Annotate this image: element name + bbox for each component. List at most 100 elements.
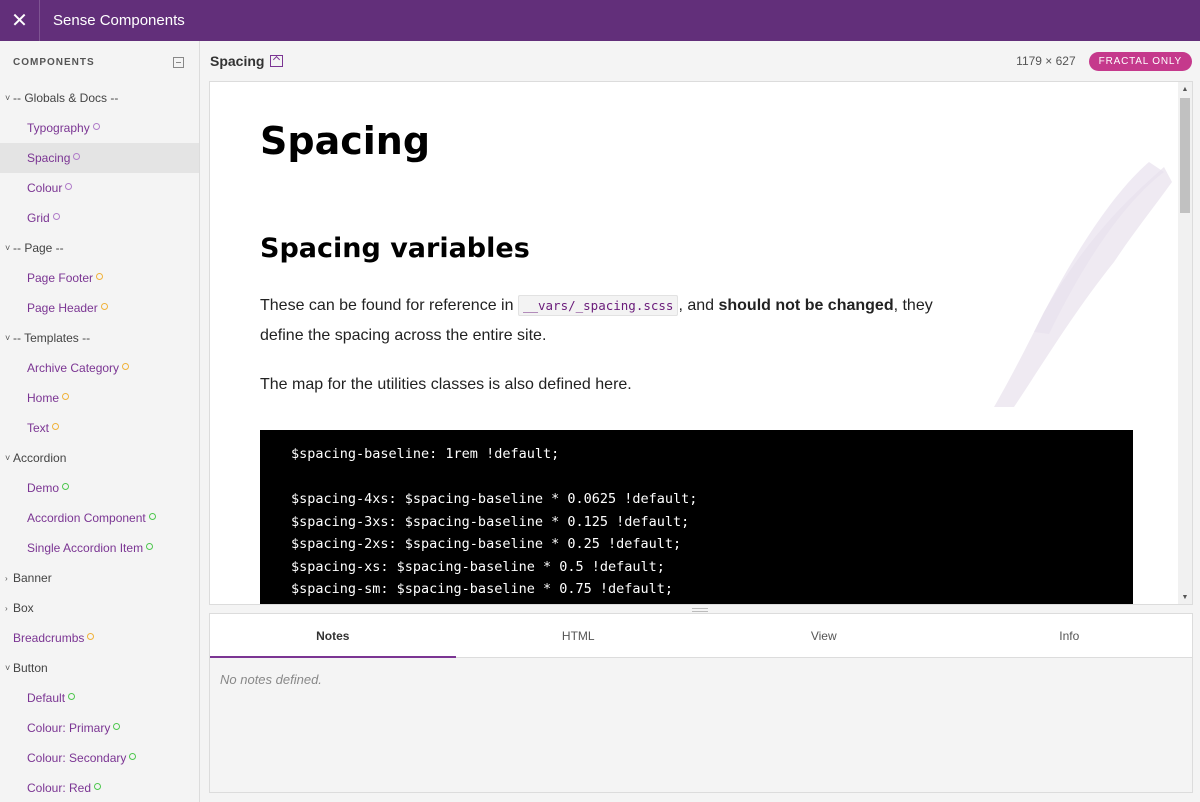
notes-empty-text: No notes defined. xyxy=(220,672,322,687)
status-indicator-icon xyxy=(148,512,156,520)
sidebar-item-label: Breadcrumbs xyxy=(13,631,85,645)
sidebar-item-label: Text xyxy=(27,421,50,435)
chevron-down-icon[interactable]: ˅ xyxy=(5,333,13,343)
sidebar-item-demo[interactable]: Demo xyxy=(0,473,199,503)
status-indicator-icon xyxy=(146,542,154,550)
preview-title: Spacing xyxy=(210,53,265,69)
sidebar-item-single-accordion-item[interactable]: Single Accordion Item xyxy=(0,533,199,563)
scroll-thumb[interactable] xyxy=(1180,98,1190,213)
file-path-code: __vars/_spacing.scss xyxy=(517,295,679,316)
sidebar-item-accordion[interactable]: ˅ Accordion xyxy=(0,443,199,473)
sidebar: COMPONENTS ˅ -- Globals & Docs -- Typograp… xyxy=(0,41,200,802)
status-indicator-icon xyxy=(62,482,70,490)
doc-intro-paragraph: These can be found for reference in __va… xyxy=(260,291,940,351)
status-indicator-icon xyxy=(94,782,102,790)
sidebar-item-banner[interactable]: › Banner xyxy=(0,563,199,593)
code-line: $spacing-2xs: $spacing-baseline * 0.25 !… xyxy=(291,536,682,552)
sidebar-item-label: Accordion xyxy=(13,451,67,465)
chevron-right-icon[interactable]: › xyxy=(5,604,13,613)
sidebar-item-breadcrumbs[interactable]: Breadcrumbs xyxy=(0,623,199,653)
status-indicator-icon xyxy=(65,182,73,190)
sidebar-item-label: Box xyxy=(13,601,34,615)
sidebar-item-home[interactable]: Home xyxy=(0,383,199,413)
status-indicator-icon xyxy=(96,272,104,280)
main-area: Spacing 1179 × 627 FRACTAL ONLY Spacing … xyxy=(201,41,1200,802)
close-icon[interactable]: ✕ xyxy=(0,0,40,41)
scroll-down-icon[interactable]: ▼ xyxy=(1178,590,1192,604)
status-indicator-icon xyxy=(129,752,137,760)
sidebar-item-label: -- Templates -- xyxy=(13,331,91,345)
sidebar-item-label: Page Footer xyxy=(27,271,94,285)
preview-scrollbar[interactable]: ▲ ▼ xyxy=(1178,82,1192,604)
tab-view[interactable]: View xyxy=(701,614,947,657)
sidebar-item-page-footer[interactable]: Page Footer xyxy=(0,263,199,293)
sidebar-item-spacing[interactable]: Spacing xyxy=(0,143,199,173)
sidebar-item-colour-red[interactable]: Colour: Red xyxy=(0,773,199,802)
sidebar-item-text[interactable]: Text xyxy=(0,413,199,443)
tab-info[interactable]: Info xyxy=(947,614,1193,657)
tab-notes[interactable]: Notes xyxy=(210,614,456,658)
panel-resize-handle[interactable] xyxy=(692,608,708,612)
sidebar-item-default[interactable]: Default xyxy=(0,683,199,713)
sidebar-item-button[interactable]: ˅ Button xyxy=(0,653,199,683)
sidebar-item-label: Colour: Secondary xyxy=(27,751,127,765)
sidebar-item-label: -- Globals & Docs -- xyxy=(13,91,119,105)
sidebar-item-page[interactable]: ˅ -- Page -- xyxy=(0,233,199,263)
open-in-new-window-icon[interactable] xyxy=(270,55,284,67)
sidebar-item-grid[interactable]: Grid xyxy=(0,203,199,233)
sidebar-item-label: Single Accordion Item xyxy=(27,541,144,555)
info-tabs: Notes HTML View Info xyxy=(210,614,1192,658)
sidebar-item-label: Button xyxy=(13,661,48,675)
chevron-down-icon[interactable]: ˅ xyxy=(5,663,13,673)
sidebar-item-label: Page Header xyxy=(27,301,98,315)
sidebar-item-label: Archive Category xyxy=(27,361,120,375)
sidebar-item-label: Colour xyxy=(27,181,63,195)
sidebar-item-label: Colour: Red xyxy=(27,781,92,795)
component-tree: ˅ -- Globals & Docs -- Typography Spacing Co… xyxy=(0,83,199,802)
top-bar: ✕ Sense Components xyxy=(0,0,1200,41)
chevron-down-icon[interactable]: ˅ xyxy=(5,243,13,253)
app-title: Sense Components xyxy=(53,12,185,29)
sidebar-item-archive-category[interactable]: Archive Category xyxy=(0,353,199,383)
intro-emphasis: should not be changed xyxy=(718,297,894,314)
preview-frame[interactable]: Spacing Spacing variables These can be f… xyxy=(209,81,1193,605)
sidebar-item-colour[interactable]: Colour xyxy=(0,173,199,203)
brush-stroke-decoration xyxy=(994,162,1172,407)
collapse-all-icon[interactable] xyxy=(173,56,184,68)
sidebar-item-label: Default xyxy=(27,691,66,705)
sidebar-title: COMPONENTS xyxy=(13,56,95,68)
sidebar-header: COMPONENTS xyxy=(0,41,199,83)
sidebar-item-page-header[interactable]: Page Header xyxy=(0,293,199,323)
code-line: $spacing-xs: $spacing-baseline * 0.5 !de… xyxy=(291,558,665,575)
status-indicator-icon xyxy=(52,422,60,430)
chevron-right-icon[interactable]: › xyxy=(5,574,13,583)
chevron-down-icon[interactable]: ˅ xyxy=(5,453,13,463)
sidebar-item-label: Typography xyxy=(27,121,90,135)
sidebar-item-label: Demo xyxy=(27,481,60,495)
sidebar-item-box[interactable]: › Box xyxy=(0,593,199,623)
status-indicator-icon xyxy=(87,632,95,640)
sidebar-item-label: Home xyxy=(27,391,60,405)
doc-heading: Spacing xyxy=(260,119,431,163)
status-indicator-icon xyxy=(122,362,130,370)
code-line: $spacing-3xs: $spacing-baseline * 0.125 … xyxy=(291,513,690,530)
status-indicator-icon xyxy=(100,302,108,310)
chevron-down-icon[interactable]: ˅ xyxy=(5,93,13,103)
tab-html[interactable]: HTML xyxy=(456,614,702,657)
sidebar-item-globals-docs[interactable]: ˅ -- Globals & Docs -- xyxy=(0,83,199,113)
sidebar-item-label: Accordion Component xyxy=(27,511,146,525)
sidebar-item-typography[interactable]: Typography xyxy=(0,113,199,143)
status-indicator-icon xyxy=(113,722,121,730)
sidebar-item-colour-secondary[interactable]: Colour: Secondary xyxy=(0,743,199,773)
sidebar-item-templates[interactable]: ˅ -- Templates -- xyxy=(0,323,199,353)
doc-map-paragraph: The map for the utilities classes is als… xyxy=(260,376,632,393)
sidebar-item-label: Spacing xyxy=(27,151,71,165)
sidebar-item-accordion-component[interactable]: Accordion Component xyxy=(0,503,199,533)
status-badge: FRACTAL ONLY xyxy=(1088,51,1192,71)
status-indicator-icon xyxy=(52,212,60,220)
sidebar-item-colour-primary[interactable]: Colour: Primary xyxy=(0,713,199,743)
preview-toolbar: Spacing 1179 × 627 FRACTAL ONLY xyxy=(201,41,1200,81)
scroll-up-icon[interactable]: ▲ xyxy=(1178,82,1192,96)
code-line: $spacing-baseline: 1rem !default; xyxy=(291,446,560,462)
